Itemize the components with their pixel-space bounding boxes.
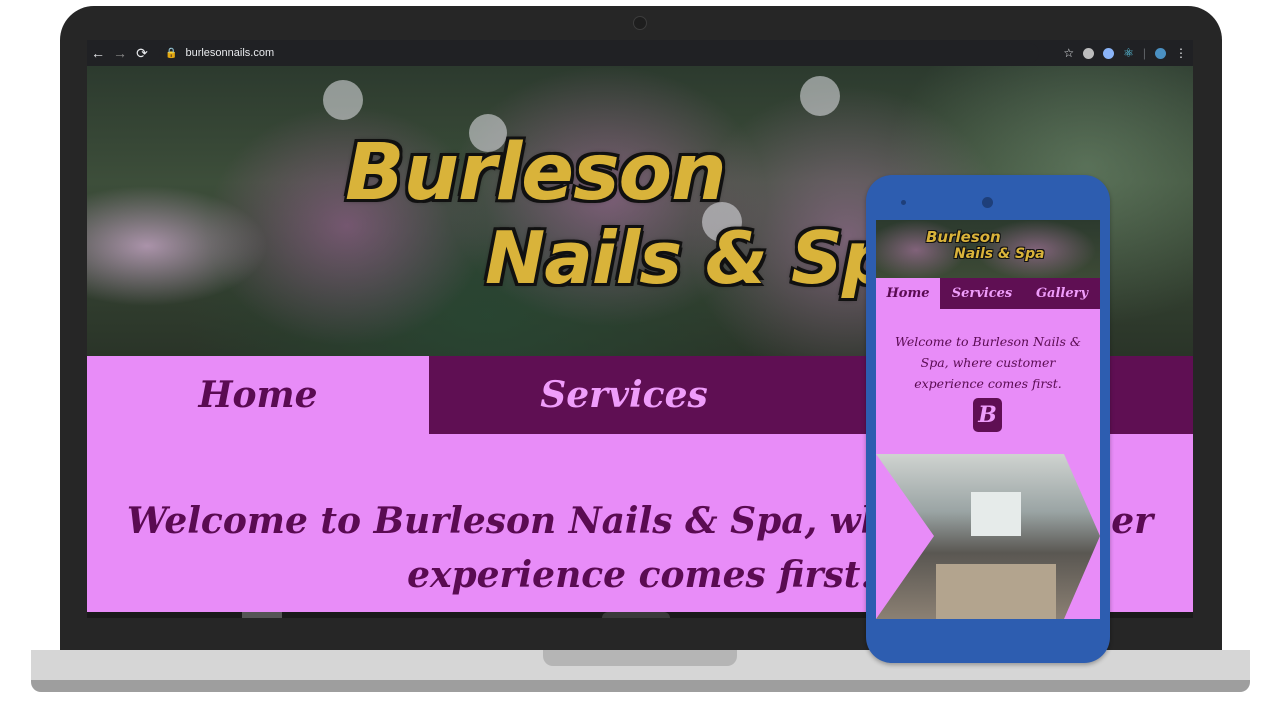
extension-icon[interactable] [1083,47,1095,59]
address-bar[interactable]: 🔒 burlesonnails.com [159,43,1039,63]
kebab-menu-icon[interactable]: ⋮ [1175,46,1187,60]
back-icon[interactable]: ← [87,45,109,61]
phone-tab-gallery[interactable]: Gallery [1024,278,1100,309]
webcam-icon [633,16,647,30]
extension-area: ☆ ⚛ | ⋮ [1063,46,1187,60]
taskbar-item[interactable] [242,612,282,618]
url-text: burlesonnails.com [185,47,275,59]
phone-camera-icon [982,197,993,208]
react-devtools-icon[interactable]: ⚛ [1123,46,1134,60]
phone-tab-services[interactable]: Services [940,278,1024,309]
logo-badge-icon: B [973,398,1002,432]
taskbar-item[interactable] [602,612,670,618]
phone-welcome-text: Welcome to Burleson Nails & Spa, where c… [895,334,1081,391]
tab-home[interactable]: Home [87,356,429,434]
phone-logo-line-1: Burleson [926,228,1001,246]
phone-tab-home[interactable]: Home [876,278,940,309]
phone-hero-banner: Burleson Nails & Spa [876,220,1100,278]
phone-screen: Burleson Nails & Spa Home Services Galle… [876,220,1100,619]
phone-nav: Home Services Gallery [876,278,1100,309]
profile-avatar-icon[interactable] [1155,47,1166,59]
phone-logo-line-2: Nails & Spa [954,246,1045,262]
salon-interior-photo [876,454,1100,619]
extension-icon[interactable] [1103,47,1115,59]
browser-toolbar: ← → ⟳ 🔒 burlesonnails.com ☆ ⚛ | ⋮ [87,40,1193,66]
star-icon[interactable]: ☆ [1063,46,1074,60]
phone-frame: Burleson Nails & Spa Home Services Galle… [866,175,1110,663]
lock-icon: 🔒 [165,47,178,59]
reload-icon[interactable]: ⟳ [131,45,153,62]
tab-services[interactable]: Services [429,356,819,434]
logo-line-1: Burleson [345,128,727,218]
laptop-base-bottom [31,680,1250,692]
laptop-notch [543,650,737,666]
forward-icon[interactable]: → [109,45,131,61]
phone-speaker-icon [901,200,906,205]
